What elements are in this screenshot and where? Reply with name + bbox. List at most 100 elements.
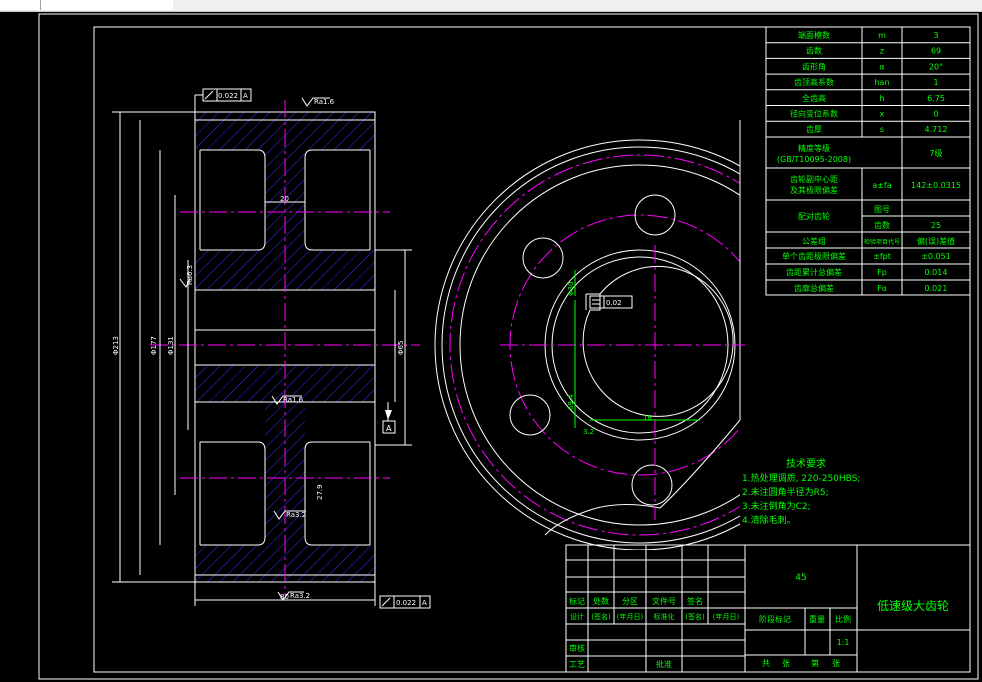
roughness-3: Ra1.6 xyxy=(283,396,304,404)
tolerance-name: 齿距累计总偏差 xyxy=(786,267,842,277)
dim-keyway-width: 18 xyxy=(643,414,652,422)
param-value: 3 xyxy=(933,31,938,40)
tech-title: 技术要求 xyxy=(786,457,826,470)
tb-approve: 批准 xyxy=(656,659,672,669)
mating-gear-row-name: 图号 xyxy=(874,205,890,214)
runout-datum-top: A xyxy=(243,92,248,100)
param-value: 6.75 xyxy=(927,94,945,103)
precision-value: 7级 xyxy=(929,148,942,158)
center-distance-label-1: 齿轮副中心距 xyxy=(790,174,838,184)
dim-chamfer: 3.2 xyxy=(583,428,594,436)
tolerance-header-label: 公差组 xyxy=(802,236,826,246)
tb-design-cell: (年月日) xyxy=(713,612,740,621)
param-symbol: z xyxy=(880,47,884,56)
tolerance-symbol: ±fpt xyxy=(873,252,891,261)
tolerance-symbol: Fα xyxy=(877,284,887,293)
tech-item: 3.未注倒角为C2; xyxy=(742,500,811,512)
param-symbol: han xyxy=(874,78,889,87)
param-name: 齿厚 xyxy=(806,125,822,134)
tolerance-name: 单个齿距极限偏差 xyxy=(782,251,846,261)
center-distance-label-2: 及其极限偏差 xyxy=(790,185,838,195)
tb-design-cell: (年月日) xyxy=(617,612,644,621)
runout-value-top: 0.022 xyxy=(218,92,238,100)
tb-sheets: 共 xyxy=(762,659,770,668)
bore-keyway xyxy=(582,265,734,417)
dim-bore: Φ65 xyxy=(397,341,405,355)
tb-header-label: 分区 xyxy=(622,597,638,606)
parallel-value: 0.02 xyxy=(606,299,622,307)
dim-web-thickness: 20 xyxy=(280,195,289,203)
param-name: 径向变位系数 xyxy=(790,109,838,119)
tb-design-cell: (签名) xyxy=(591,612,611,621)
param-value: 4.712 xyxy=(925,125,948,134)
tb-header-label: 签名 xyxy=(687,596,703,606)
dim-outer-web: Φ177 xyxy=(150,336,158,355)
param-symbol: α xyxy=(879,62,884,71)
tb-design-cell: 标准化 xyxy=(654,612,675,621)
center-distance-sym: a±fa xyxy=(872,181,891,190)
tb-stage-label: 阶段标记 xyxy=(759,614,791,624)
param-value: 0 xyxy=(933,110,938,119)
dim-da: Φ213 xyxy=(112,336,120,355)
param-value: 69 xyxy=(931,47,941,56)
tb-review: 审核 xyxy=(569,643,585,653)
tech-requirements: 技术要求 1.热处理调质, 220-250HBS; 2.未注圆角半径为R5; 3… xyxy=(742,457,860,526)
tech-item: 2.未注圆角半径为R5; xyxy=(742,486,829,498)
runout-datum-bottom: A xyxy=(422,599,427,607)
tb-scale-label: 比例 xyxy=(835,614,851,624)
tolerance-name: 齿廓总偏差 xyxy=(794,283,834,293)
front-view: 18 69.4 Φ30 3.2 0.02 xyxy=(434,120,745,550)
window-top-strip xyxy=(0,0,982,12)
datum-letter: A xyxy=(386,424,392,433)
tb-sheets: 张 xyxy=(832,659,840,668)
runout-value-bottom: 0.022 xyxy=(396,599,416,607)
precision-label-1: 精度等级 xyxy=(798,143,830,153)
tolerance-symbol: Fp xyxy=(877,268,887,277)
tolerance-value: ±0.051 xyxy=(921,252,951,261)
toolbar-tab[interactable] xyxy=(40,0,173,10)
title-block: 标记 处数 分区 文件号 签名 设计 (签名) (年月日) 标准化 (签名) (… xyxy=(565,544,971,673)
tb-header-label: 标记 xyxy=(569,596,585,606)
tb-sheets: 第 xyxy=(811,658,819,668)
tb-process: 工艺 xyxy=(569,660,585,669)
param-symbol: h xyxy=(879,94,884,103)
tb-scale-value: 1:1 xyxy=(837,638,850,647)
tb-weight-label: 重量 xyxy=(809,614,825,624)
roughness-2: Ra3.2 xyxy=(290,592,310,600)
mating-gear-label: 配对齿轮 xyxy=(798,211,830,221)
section-view: Φ213 Φ177 Φ131 Φ65 80 20 27.9 Ra1.6 Ra3.… xyxy=(112,88,431,609)
roughness-1: Ra1.6 xyxy=(314,98,335,106)
param-symbol: x xyxy=(880,110,885,119)
tolerance-value: 0.021 xyxy=(925,284,948,293)
tb-sheets: 张 xyxy=(782,659,790,668)
mating-gear-row-value: 25 xyxy=(931,221,941,230)
parameter-table: 端面模数 m 3 齿数 z 69 齿形角 α 20° 齿顶高系数 han 1 全齿高 h 6.75 径向变位系… xyxy=(765,26,971,296)
roughness-5: Ra3.2 xyxy=(286,511,306,519)
tb-design-cell: (签名) xyxy=(685,612,705,621)
param-symbol: m xyxy=(878,31,886,40)
cad-drawing-canvas[interactable]: Φ213 Φ177 Φ131 Φ65 80 20 27.9 Ra1.6 Ra3.… xyxy=(0,12,982,682)
param-name: 齿数 xyxy=(806,46,822,56)
param-symbol: s xyxy=(880,125,884,134)
param-name: 齿形角 xyxy=(802,61,826,71)
tech-item: 1.热处理调质, 220-250HBS; xyxy=(742,472,860,484)
param-value: 20° xyxy=(929,62,943,71)
tolerance-header-sym: 检验项目代号 xyxy=(864,238,900,246)
dim-keyway-depth: 69.4 xyxy=(567,394,575,410)
dim-slot: 27.9 xyxy=(316,484,324,500)
param-name: 全齿高 xyxy=(802,93,826,103)
roughness-4: Ra6.3 xyxy=(186,265,194,285)
param-name: 齿顶高系数 xyxy=(794,77,834,87)
web-hole xyxy=(631,464,673,506)
tb-material: 45 xyxy=(795,573,806,583)
center-distance-value: 142±0.0315 xyxy=(911,181,961,190)
dim-holes: Φ30 xyxy=(567,282,575,296)
tb-design-cell: 设计 xyxy=(570,612,584,621)
tb-header-label: 处数 xyxy=(593,596,609,606)
param-name: 端面模数 xyxy=(798,30,830,40)
tolerance-value: 0.014 xyxy=(925,268,948,277)
param-value: 1 xyxy=(933,78,938,87)
dim-hub: Φ131 xyxy=(167,336,175,355)
tech-item: 4.清除毛刺。 xyxy=(742,514,796,526)
tolerance-header-value: 偏(误)差值 xyxy=(917,236,955,246)
